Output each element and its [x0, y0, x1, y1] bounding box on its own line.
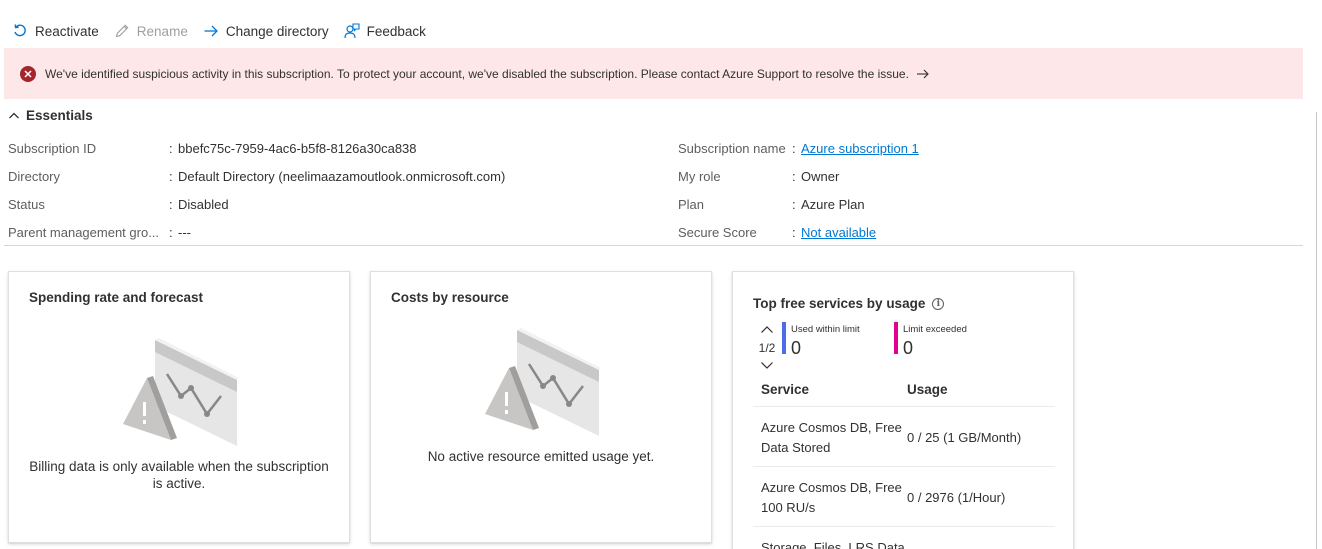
subscription-id-label: Subscription ID [8, 141, 97, 156]
parent-management-group-value: --- [178, 225, 191, 240]
rename-button[interactable]: Rename [114, 14, 188, 48]
used-within-limit-value: 0 [791, 338, 802, 358]
spending-card-message: Billing data is only available when the … [29, 459, 329, 491]
directory-label: Directory [8, 169, 61, 184]
subscription-id-value: bbefc75c-7959-4ac6-b5f8-8126a30ca838 [178, 141, 417, 156]
no-data-chart-illustration [123, 338, 239, 446]
subscription-name-label: Subscription name [678, 141, 786, 156]
status-label: Status [8, 197, 45, 212]
rename-label: Rename [136, 23, 188, 39]
chevron-down-icon[interactable] [760, 361, 774, 370]
change-directory-button[interactable]: Change directory [203, 14, 329, 48]
feedback-label: Feedback [366, 23, 426, 39]
essentials-divider [4, 245, 1303, 246]
chevron-up-icon[interactable] [760, 325, 774, 334]
spending-card-title: Spending rate and forecast [29, 290, 204, 305]
command-bar: Reactivate Rename Change directory Feedb… [0, 14, 441, 48]
secure-score-label: Secure Score [678, 225, 757, 240]
service-cell: Storage, Files, LRS Data [761, 540, 905, 549]
error-icon [20, 65, 36, 82]
costs-by-resource-card: Costs by resource No active resource emi… [370, 271, 712, 543]
reactivate-label: Reactivate [35, 23, 99, 39]
subscription-name-link[interactable]: Azure subscription 1 [801, 141, 919, 156]
service-cell: Azure Cosmos DB, Free 100 RU/s [761, 480, 902, 515]
arrow-right-icon [203, 23, 219, 39]
limit-exceeded-value: 0 [903, 338, 914, 358]
service-cell: Azure Cosmos DB, Free Data Stored [761, 420, 902, 455]
used-bar [782, 322, 786, 354]
my-role-value: Owner [801, 169, 840, 184]
change-directory-label: Change directory [225, 23, 329, 39]
status-value: Disabled [178, 197, 229, 212]
scrollbar-track[interactable] [1316, 112, 1317, 549]
plan-value: Azure Plan [801, 197, 865, 212]
suspicious-activity-alert: We've identified suspicious activity in … [4, 48, 1303, 99]
secure-score-link[interactable]: Not available [801, 225, 876, 240]
essentials-toggle[interactable]: Essentials [8, 108, 93, 123]
info-icon[interactable]: i [932, 298, 945, 311]
alert-message: We've identified suspicious activity in … [45, 66, 909, 81]
plan-label: Plan [678, 197, 705, 212]
costs-card-message: No active resource emitted usage yet. [427, 449, 655, 464]
pencil-icon [114, 23, 130, 39]
top-free-services-card: Top free services by usage i 1/2 Used wit… [732, 271, 1074, 549]
feedback-icon [344, 23, 360, 39]
service-column-header: Service [761, 382, 810, 397]
limit-exceeded-label: Limit exceeded [903, 324, 967, 335]
my-role-label: My role [678, 169, 721, 184]
table-divider [753, 406, 1055, 407]
alert-arrow-icon[interactable] [916, 68, 930, 80]
reactivate-button[interactable]: Reactivate [12, 14, 99, 48]
table-divider [753, 466, 1055, 467]
free-services-title: Top free services by usage [753, 296, 926, 311]
usage-cell: 0 / 2976 (1/Hour) [907, 490, 1006, 505]
chevron-up-icon [9, 112, 19, 118]
costs-card-title: Costs by resource [391, 290, 509, 305]
parent-management-group-label: Parent management gro... [8, 225, 160, 240]
table-divider [753, 526, 1055, 527]
reactivate-icon [12, 23, 28, 39]
used-within-limit-label: Used within limit [791, 324, 860, 335]
exceeded-bar [894, 322, 898, 354]
spending-rate-card: Spending rate and forecast Billing data … [8, 271, 350, 543]
free-services-title-wrap: Top free services by usage i [753, 296, 945, 311]
usage-column-header: Usage [907, 382, 948, 397]
feedback-button[interactable]: Feedback [344, 14, 426, 48]
usage-cell: 0 / 25 (1 GB/Month) [907, 430, 1022, 445]
no-data-chart-illustration [485, 328, 601, 436]
pager-indicator: 1/2 [758, 341, 776, 355]
directory-value: Default Directory (neelimaazamoutlook.on… [178, 169, 506, 184]
essentials-title: Essentials [26, 108, 93, 123]
